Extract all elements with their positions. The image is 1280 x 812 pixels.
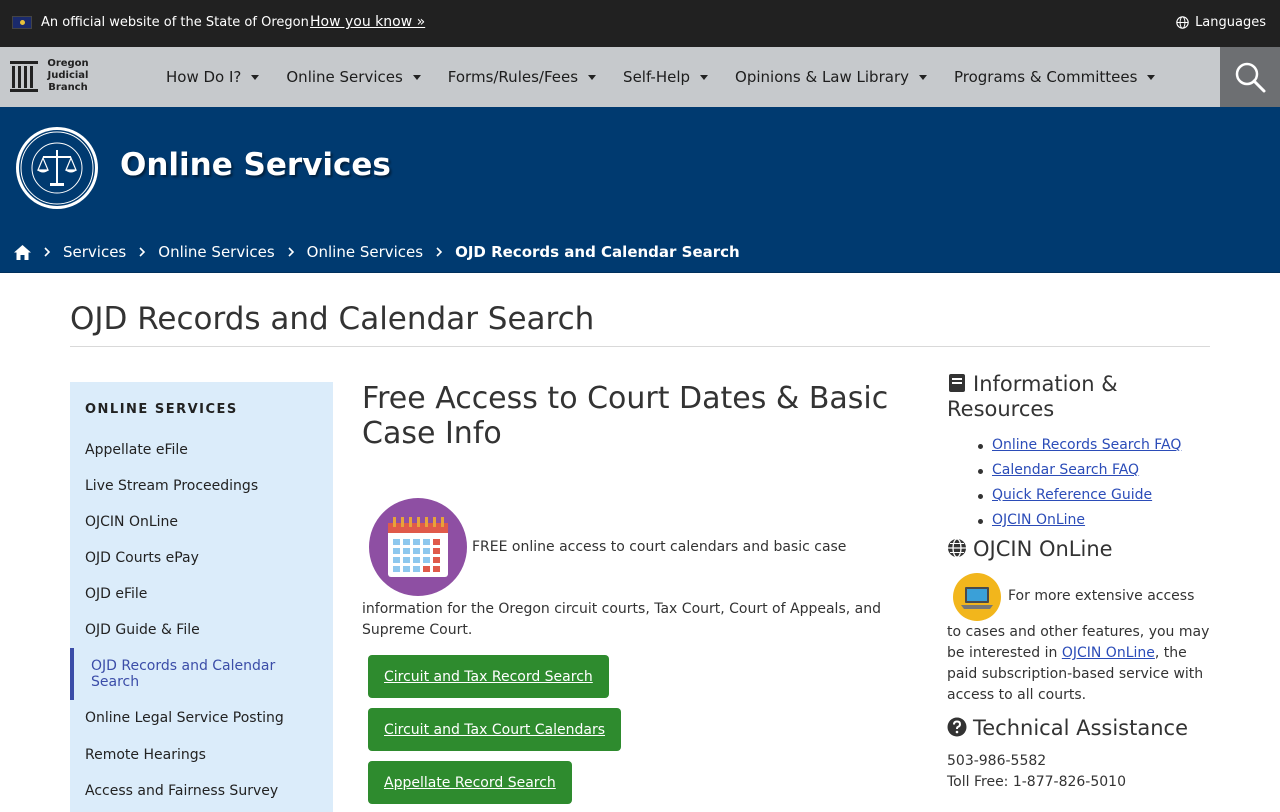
- nav-how-do-i[interactable]: How Do I?: [166, 68, 260, 86]
- sidebar-item-legal-service-posting[interactable]: Online Legal Service Posting: [85, 710, 315, 726]
- nav-programs-committees[interactable]: Programs & Committees: [954, 68, 1156, 86]
- sidebar-item-live-stream[interactable]: Live Stream Proceedings: [85, 478, 315, 494]
- home-icon[interactable]: [14, 244, 31, 260]
- sidebar-item-guide-file[interactable]: OJD Guide & File: [85, 622, 315, 638]
- list-item: Quick Reference Guide: [975, 483, 1181, 508]
- chevron-right-icon: [44, 247, 51, 257]
- tech-tollfree: Toll Free: 1-877-826-5010: [947, 774, 1126, 790]
- hero-banner: Online Services Services Online Services…: [0, 107, 1280, 273]
- nav-forms-rules-fees[interactable]: Forms/Rules/Fees: [448, 68, 597, 86]
- caret-down-icon: [412, 74, 421, 80]
- circuit-tax-court-calendars-button[interactable]: Circuit and Tax Court Calendars: [368, 708, 622, 751]
- info-resources-heading: Information & Resources: [947, 372, 1118, 421]
- oregon-flag-icon: [12, 16, 32, 29]
- sidebar-heading: ONLINE SERVICES: [85, 402, 238, 417]
- main-heading: Free Access to Court Dates & Basic Case …: [362, 381, 889, 451]
- breadcrumb-online-services-2[interactable]: Online Services: [307, 243, 423, 261]
- official-banner: An official website of the State of Oreg…: [0, 0, 1280, 47]
- book-icon: [949, 374, 965, 392]
- ojcin-online-heading: OJCIN OnLine: [947, 537, 1113, 562]
- sidebar-nav: ONLINE SERVICES Appellate eFile Live Str…: [70, 382, 333, 812]
- appellate-record-search-button[interactable]: Appellate Record Search: [368, 761, 572, 804]
- globe-icon: [948, 538, 966, 558]
- title-divider: [70, 346, 1210, 347]
- list-item: OJCIN OnLine: [975, 508, 1181, 533]
- ojcin-intro-text: For more extensive access: [1008, 588, 1195, 604]
- laptop-icon: [953, 573, 1001, 621]
- languages-label: Languages: [1195, 15, 1266, 30]
- calendar-search-faq-link[interactable]: Calendar Search FAQ: [992, 462, 1139, 478]
- sidebar-item-appellate-efile[interactable]: Appellate eFile: [85, 442, 315, 458]
- quick-reference-guide-link[interactable]: Quick Reference Guide: [992, 487, 1152, 503]
- info-links-list: Online Records Search FAQ Calendar Searc…: [975, 433, 1181, 533]
- sidebar-item-ojcin-online[interactable]: OJCIN OnLine: [85, 514, 315, 530]
- sidebar-item-remote-hearings[interactable]: Remote Hearings: [85, 747, 315, 763]
- caret-down-icon: [1147, 74, 1156, 80]
- nav-online-services[interactable]: Online Services: [286, 68, 421, 86]
- globe-icon: [1176, 16, 1189, 29]
- ojd-logo-link[interactable]: Oregon Judicial Branch: [9, 58, 91, 94]
- sidebar-item-courts-epay[interactable]: OJD Courts ePay: [85, 550, 315, 566]
- intro-text-line1: FREE online access to court calendars an…: [472, 539, 847, 555]
- technical-assistance-heading: Technical Assistance: [947, 716, 1188, 741]
- page-title: OJD Records and Calendar Search: [70, 301, 595, 337]
- search-icon: [1235, 62, 1266, 93]
- judicial-department-seal-icon: [16, 127, 98, 209]
- question-circle-icon: [947, 717, 967, 737]
- main-navigation: Oregon Judicial Branch How Do I? Online …: [0, 47, 1280, 107]
- tech-phone: 503-986-5582: [947, 753, 1047, 769]
- breadcrumb: Services Online Services Online Services…: [14, 243, 740, 261]
- brand-name: Oregon Judicial Branch: [47, 58, 89, 93]
- list-item: Online Records Search FAQ: [975, 433, 1181, 458]
- chevron-right-icon: [436, 247, 443, 257]
- caret-down-icon: [700, 74, 709, 80]
- courthouse-icon: [10, 61, 38, 92]
- search-button[interactable]: [1220, 47, 1280, 107]
- records-search-faq-link[interactable]: Online Records Search FAQ: [992, 437, 1181, 453]
- chevron-right-icon: [139, 247, 146, 257]
- sidebar-item-records-calendar-search[interactable]: OJD Records and Calendar Search: [70, 648, 320, 700]
- calendar-icon: [369, 498, 467, 596]
- languages-button[interactable]: Languages: [1176, 15, 1266, 30]
- nav-self-help[interactable]: Self-Help: [623, 68, 709, 86]
- how-you-know-link[interactable]: How you know »: [310, 14, 425, 30]
- breadcrumb-current: OJD Records and Calendar Search: [455, 243, 740, 261]
- ojcin-online-inline-link[interactable]: OJCIN OnLine: [1062, 645, 1155, 661]
- nav-opinions-law-library[interactable]: Opinions & Law Library: [735, 68, 927, 86]
- chevron-right-icon: [288, 247, 294, 257]
- caret-down-icon: [251, 74, 260, 80]
- circuit-tax-record-search-button[interactable]: Circuit and Tax Record Search: [368, 655, 609, 698]
- official-site-text: An official website of the State of Oreg…: [41, 15, 309, 30]
- ojcin-body-text: to cases and other features, you may be …: [947, 624, 1210, 703]
- breadcrumb-services[interactable]: Services: [63, 243, 126, 261]
- hero-title: Online Services: [120, 147, 391, 183]
- sidebar-item-ojd-efile[interactable]: OJD eFile: [85, 586, 315, 602]
- breadcrumb-online-services[interactable]: Online Services: [158, 243, 274, 261]
- ojcin-online-link[interactable]: OJCIN OnLine: [992, 512, 1085, 528]
- sidebar-item-access-fairness-survey[interactable]: Access and Fairness Survey: [85, 783, 315, 799]
- caret-down-icon: [918, 74, 927, 80]
- intro-text-line2: information for the Oregon circuit court…: [362, 601, 881, 638]
- list-item: Calendar Search FAQ: [975, 458, 1181, 483]
- caret-down-icon: [588, 74, 597, 80]
